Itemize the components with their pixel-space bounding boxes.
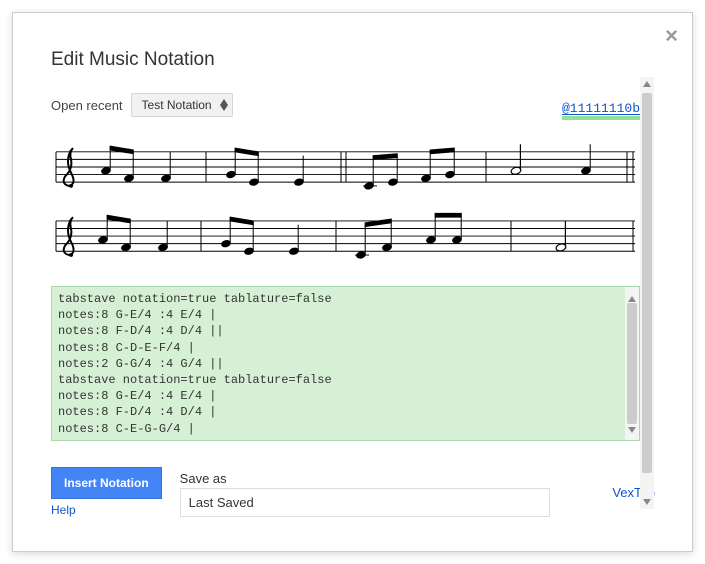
help-link[interactable]: Help	[51, 503, 180, 517]
scroll-up-icon[interactable]	[640, 77, 654, 91]
scroll-down-icon[interactable]	[640, 495, 654, 509]
insert-notation-button[interactable]: Insert Notation	[51, 467, 162, 499]
close-icon[interactable]: ×	[665, 25, 678, 47]
code-editor-wrap	[51, 286, 640, 441]
edit-notation-dialog: × Edit Music Notation Open recent Test N…	[12, 12, 693, 552]
main-scrollbar[interactable]	[640, 77, 654, 509]
user-link[interactable]: @11111110b	[562, 101, 640, 120]
dialog-title: Edit Music Notation	[51, 49, 654, 71]
notation-code-input[interactable]	[52, 287, 639, 435]
save-as-input[interactable]	[180, 488, 550, 517]
code-scrollbar[interactable]	[625, 287, 639, 440]
scroll-thumb[interactable]	[642, 93, 652, 473]
code-scroll-thumb[interactable]	[627, 303, 637, 424]
save-as-label: Save as	[180, 471, 597, 486]
music-notation-preview	[51, 131, 640, 273]
